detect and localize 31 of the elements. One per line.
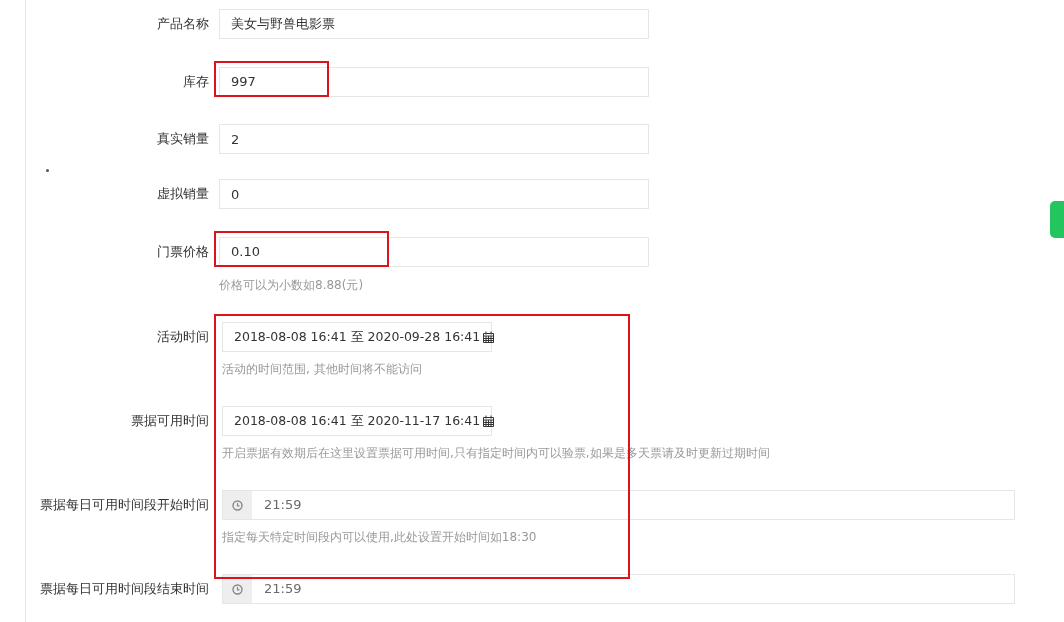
field-label: 门票价格 (156, 242, 209, 261)
field-label: 活动时间 (156, 328, 209, 346)
help-text: 活动的时间范围, 其他时间将不能访问 (222, 361, 423, 378)
calendar-icon (483, 415, 495, 427)
clock-icon (232, 499, 243, 511)
date-range-picker[interactable]: 2018-08-08 16:41 至 2020-09-28 16:41 (222, 322, 492, 352)
time-value: 21:59 (263, 496, 302, 514)
text-field[interactable]: 美女与野兽电影票 (219, 9, 649, 39)
time-value: 21:59 (263, 580, 302, 598)
date-range-value: 2018-08-08 16:41 至 2020-11-17 16:41 (234, 412, 481, 430)
text-field[interactable]: 2 (219, 124, 649, 154)
field-label: 虚拟销量 (156, 185, 209, 203)
clock-icon (232, 583, 243, 595)
help-text: 指定每天特定时间段内可以使用,此处设置开始时间如18:30 (222, 529, 538, 546)
time-field[interactable]: 21:59 (222, 490, 1015, 520)
field-label: 票据每日可用时间段开始时间 (39, 496, 209, 514)
field-label: 库存 (182, 72, 209, 91)
date-range-picker[interactable]: 2018-08-08 16:41 至 2020-11-17 16:41 (222, 406, 492, 436)
calendar-icon (483, 331, 495, 343)
side-tab[interactable] (1050, 201, 1064, 238)
field-label: 产品名称 (156, 15, 209, 33)
field-label: 票据每日可用时间段结束时间 (39, 580, 209, 598)
dot-mark (46, 169, 49, 172)
date-range-value: 2018-08-08 16:41 至 2020-09-28 16:41 (234, 328, 481, 346)
field-label: 真实销量 (156, 130, 209, 148)
text-field[interactable]: 0 (219, 179, 649, 209)
text-field[interactable]: 997 (219, 66, 649, 97)
text-field[interactable]: 0.10 (219, 236, 649, 267)
time-field[interactable]: 21:59 (222, 574, 1015, 604)
help-text: 价格可以为小数如8.88(元) (219, 276, 365, 294)
field-label: 票据可用时间 (130, 412, 209, 430)
